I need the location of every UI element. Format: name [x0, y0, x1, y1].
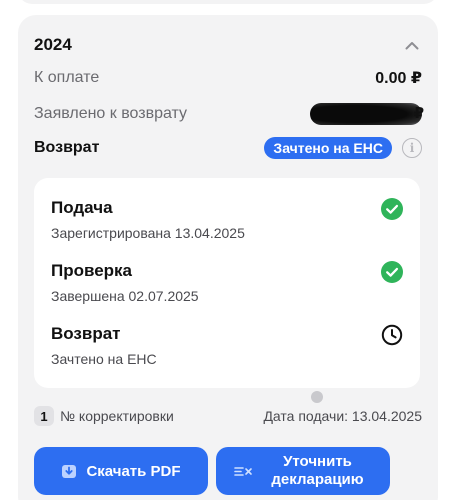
- previous-card-edge: [18, 0, 438, 4]
- to-pay-value: 0.00 ₽: [375, 70, 422, 87]
- refund-status-badge: Зачтено на ЕНС: [264, 137, 392, 159]
- clarify-declaration-label: Уточнить декларацию: [271, 453, 364, 488]
- step-title: Подача: [51, 198, 113, 217]
- correction-number: 1: [34, 406, 54, 426]
- step-subtitle: Зарегистрирована 13.04.2025: [51, 225, 245, 241]
- step-submission: Подача Зарегистрирована 13.04.2025: [51, 198, 403, 241]
- status-steps: Подача Зарегистрирована 13.04.2025 Прове…: [34, 178, 420, 388]
- refund-row: Возврат Зачтено на ЕНС i: [34, 137, 422, 159]
- claimed-refund-row: Заявлено к возврату: [34, 103, 424, 125]
- claimed-refund-label: Заявлено к возврату: [34, 105, 188, 122]
- clock-icon: [381, 324, 403, 346]
- submission-date: Дата подачи: 13.04.2025: [263, 408, 422, 424]
- refund-label: Возврат: [34, 139, 100, 156]
- chevron-up-icon[interactable]: [402, 35, 422, 55]
- step-review: Проверка Завершена 02.07.2025: [51, 261, 403, 304]
- step-subtitle: Завершена 02.07.2025: [51, 288, 199, 304]
- step-refund: Возврат Зачтено на ЕНС: [51, 324, 403, 367]
- redacted-amount: [310, 103, 424, 125]
- to-pay-row: К оплате 0.00 ₽: [34, 68, 422, 88]
- download-pdf-label: Скачать PDF: [86, 462, 181, 480]
- correction-info: 1 № корректировки: [34, 406, 174, 426]
- step-title: Проверка: [51, 261, 133, 280]
- info-icon[interactable]: i: [402, 138, 422, 158]
- download-icon: [62, 465, 77, 478]
- year-header[interactable]: 2024: [34, 35, 422, 55]
- clarify-declaration-button[interactable]: Уточнить декларацию: [216, 447, 390, 495]
- check-circle-icon: [381, 261, 403, 283]
- declaration-year-card: 2024 К оплате 0.00 ₽ Заявлено к возврату…: [18, 15, 438, 500]
- to-pay-label: К оплате: [34, 69, 100, 86]
- step-title: Возврат: [51, 324, 121, 343]
- declaration-meta: 1 № корректировки Дата подачи: 13.04.202…: [34, 406, 422, 426]
- correction-label: № корректировки: [60, 408, 174, 424]
- edit-list-icon: [233, 467, 252, 476]
- year-title: 2024: [34, 35, 72, 54]
- step-subtitle: Зачтено на ЕНС: [51, 351, 157, 367]
- scroll-indicator: [311, 391, 323, 403]
- download-pdf-button[interactable]: Скачать PDF: [34, 447, 208, 495]
- check-circle-icon: [381, 198, 403, 220]
